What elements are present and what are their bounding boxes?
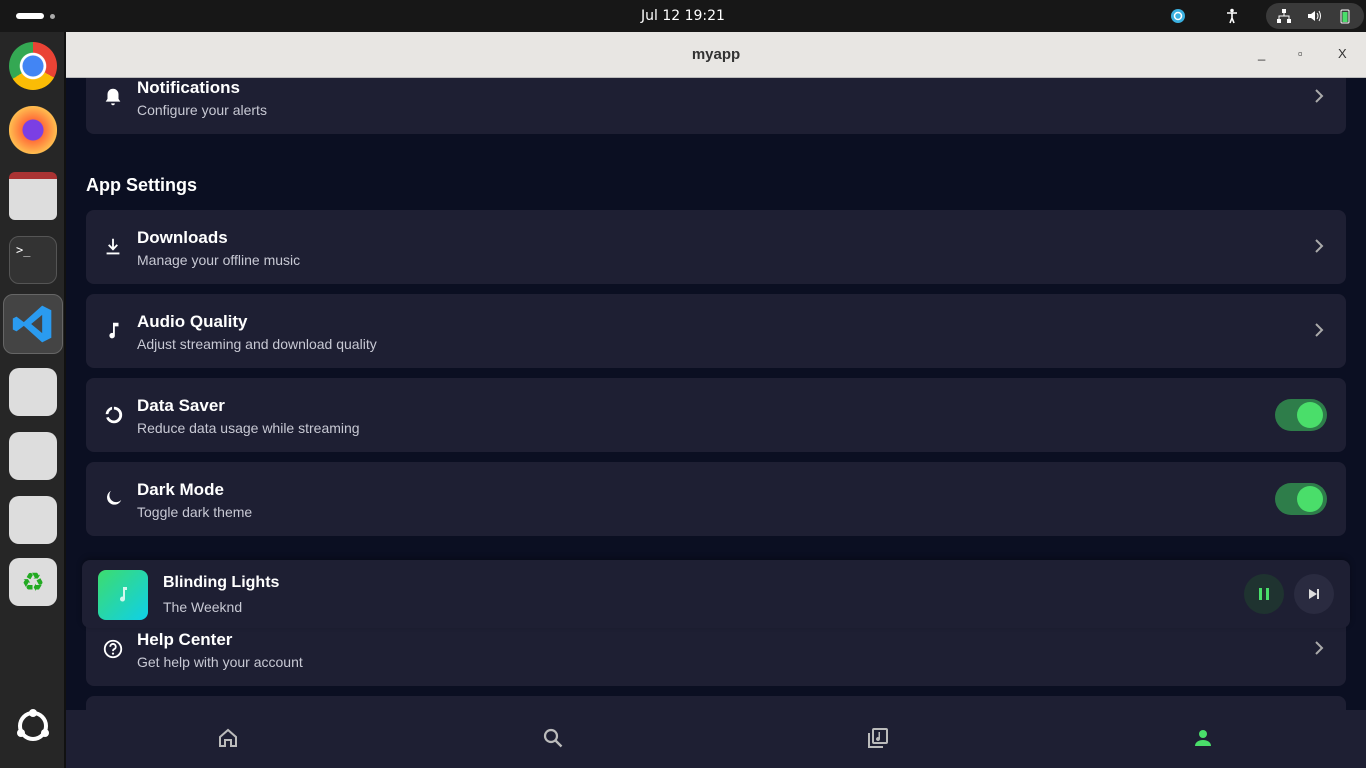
item-subtitle: Configure your alerts bbox=[137, 102, 267, 118]
album-art bbox=[98, 570, 148, 620]
accessibility-icon[interactable] bbox=[1224, 8, 1240, 24]
chevron-right-icon bbox=[1315, 641, 1324, 655]
nav-library-icon[interactable] bbox=[866, 726, 890, 750]
item-subtitle: Toggle dark theme bbox=[137, 504, 253, 520]
item-subtitle: Reduce data usage while streaming bbox=[137, 420, 360, 436]
chevron-right-icon bbox=[1315, 323, 1324, 337]
close-button[interactable]: X bbox=[1338, 46, 1347, 61]
section-heading: App Settings bbox=[86, 175, 197, 195]
firefox-launcher[interactable] bbox=[9, 106, 57, 154]
track-title: Blinding Lights bbox=[163, 574, 280, 591]
system-tray[interactable] bbox=[1266, 3, 1364, 29]
data-saver-toggle[interactable] bbox=[1275, 399, 1327, 431]
item-subtitle: Manage your offline music bbox=[137, 252, 301, 268]
skip-next-button[interactable] bbox=[1294, 574, 1334, 614]
system-top-bar: Jul 12 19:21 bbox=[0, 0, 1366, 32]
chrome-launcher[interactable] bbox=[9, 42, 57, 90]
pause-icon bbox=[1259, 588, 1269, 600]
terminal-launcher[interactable]: >_ bbox=[9, 236, 57, 284]
settings-item-data-saver: Data Saver Reduce data usage while strea… bbox=[86, 378, 1346, 452]
music-note-icon bbox=[109, 322, 119, 339]
settings-item-downloads[interactable]: Downloads Manage your offline music bbox=[86, 210, 1346, 284]
disc-launcher-2[interactable] bbox=[9, 432, 57, 480]
skip-next-icon bbox=[1309, 589, 1319, 599]
item-title: Audio Quality bbox=[137, 312, 248, 331]
item-subtitle: Get help with your account bbox=[137, 654, 303, 670]
network-icon bbox=[1277, 9, 1291, 23]
nav-profile-icon[interactable] bbox=[1191, 726, 1215, 750]
item-subtitle: Adjust streaming and download quality bbox=[137, 336, 377, 352]
help-icon bbox=[103, 639, 123, 659]
disc-launcher-1[interactable] bbox=[9, 368, 57, 416]
track-artist: The Weeknd bbox=[163, 599, 243, 615]
nav-home-icon[interactable] bbox=[216, 726, 240, 750]
trash-launcher[interactable]: ♻ bbox=[9, 558, 57, 606]
update-icon[interactable] bbox=[1170, 8, 1186, 24]
settings-item-dark-mode: Dark Mode Toggle dark theme bbox=[86, 462, 1346, 536]
music-note-icon bbox=[120, 587, 127, 602]
bell-icon bbox=[105, 88, 121, 106]
window-title: myapp bbox=[691, 46, 741, 63]
moon-icon bbox=[107, 490, 122, 505]
minimize-button[interactable]: _ bbox=[1258, 46, 1265, 61]
volume-icon bbox=[1308, 10, 1321, 22]
battery-icon bbox=[1340, 9, 1350, 24]
settings-item-notifications[interactable]: Notifications Configure your alerts bbox=[86, 78, 1346, 134]
item-title: Downloads bbox=[137, 228, 228, 247]
settings-item-audio-quality[interactable]: Audio Quality Adjust streaming and downl… bbox=[86, 294, 1346, 368]
nav-search-icon[interactable] bbox=[541, 726, 565, 750]
chevron-right-icon bbox=[1315, 89, 1324, 103]
clock[interactable]: Jul 12 19:21 bbox=[0, 8, 1366, 24]
show-apps-icon[interactable] bbox=[15, 708, 51, 744]
pause-button[interactable] bbox=[1244, 574, 1284, 614]
window-titlebar: myapp _ ▫ X bbox=[66, 32, 1366, 78]
files-launcher[interactable] bbox=[9, 172, 57, 220]
data-saver-icon bbox=[105, 406, 123, 424]
dock: >_ ♻ bbox=[0, 32, 66, 768]
item-title: Dark Mode bbox=[137, 480, 224, 499]
dark-mode-toggle[interactable] bbox=[1275, 483, 1327, 515]
maximize-button[interactable]: ▫ bbox=[1298, 46, 1303, 61]
item-title: Data Saver bbox=[137, 396, 225, 415]
chevron-right-icon bbox=[1315, 239, 1324, 253]
settings-page: Notifications Configure your alerts App … bbox=[66, 78, 1366, 768]
item-title: Help Center bbox=[137, 630, 233, 649]
mini-player[interactable]: Blinding Lights The Weeknd bbox=[82, 560, 1350, 628]
vscode-icon bbox=[12, 305, 52, 343]
download-icon bbox=[106, 238, 120, 255]
item-title: Notifications bbox=[137, 78, 240, 97]
disc-launcher-3[interactable] bbox=[9, 496, 57, 544]
vscode-launcher[interactable] bbox=[3, 294, 63, 354]
bottom-nav bbox=[66, 710, 1366, 768]
